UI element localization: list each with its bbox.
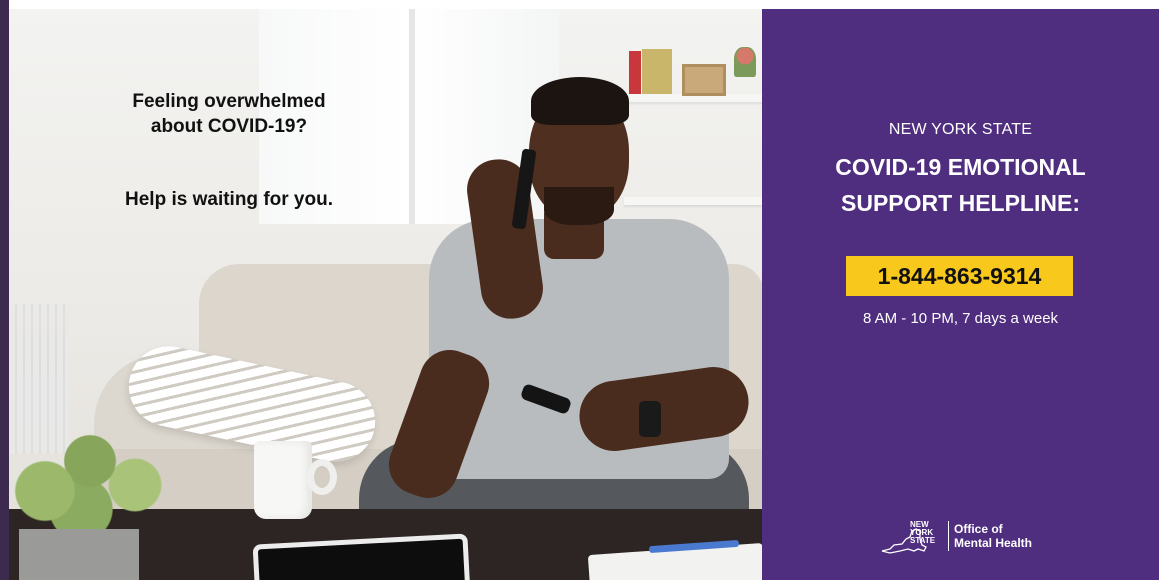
subheadline: Help is waiting for you. xyxy=(125,189,333,210)
service-hours: 8 AM - 10 PM, 7 days a week xyxy=(862,310,1059,327)
hero-photo: Feeling overwhelmed about COVID-19? Help… xyxy=(9,9,762,580)
helpline-title-line-2: SUPPORT HELPLINE: xyxy=(841,190,1080,216)
office-line-2: Mental Health xyxy=(954,536,1033,550)
omh-logo: NEW YORK STATE Office of Mental Health xyxy=(880,519,1050,559)
phone-number-badge[interactable]: 1-844-863-9314 xyxy=(846,256,1073,296)
nys-wordmark: NEW YORK STATE xyxy=(910,521,935,545)
helpline-title-line-1: COVID-19 EMOTIONAL xyxy=(835,154,1086,180)
potted-plant xyxy=(9,419,189,539)
logo-divider xyxy=(948,521,949,551)
nys-line-3: STATE xyxy=(910,536,936,545)
mug-handle xyxy=(307,459,337,495)
hair xyxy=(531,77,629,125)
headline-line-2: about COVID-19? xyxy=(150,116,308,137)
beard xyxy=(544,187,614,225)
helpline-panel: NEW YORK STATE COVID-19 EMOTIONAL SUPPOR… xyxy=(762,9,1159,580)
left-border xyxy=(0,0,9,580)
helpline-title: COVID-19 EMOTIONAL SUPPORT HELPLINE: xyxy=(762,149,1159,221)
plant-pot xyxy=(19,529,139,580)
man-on-phone xyxy=(349,69,762,579)
headline: Feeling overwhelmed about COVID-19? xyxy=(79,89,379,139)
wristwatch xyxy=(639,401,661,437)
office-line-1: Office of xyxy=(954,522,1003,536)
state-label: NEW YORK STATE xyxy=(888,121,1033,138)
headline-line-1: Feeling overwhelmed xyxy=(132,91,326,112)
white-mug xyxy=(254,441,312,519)
office-name: Office of Mental Health xyxy=(954,522,1032,550)
